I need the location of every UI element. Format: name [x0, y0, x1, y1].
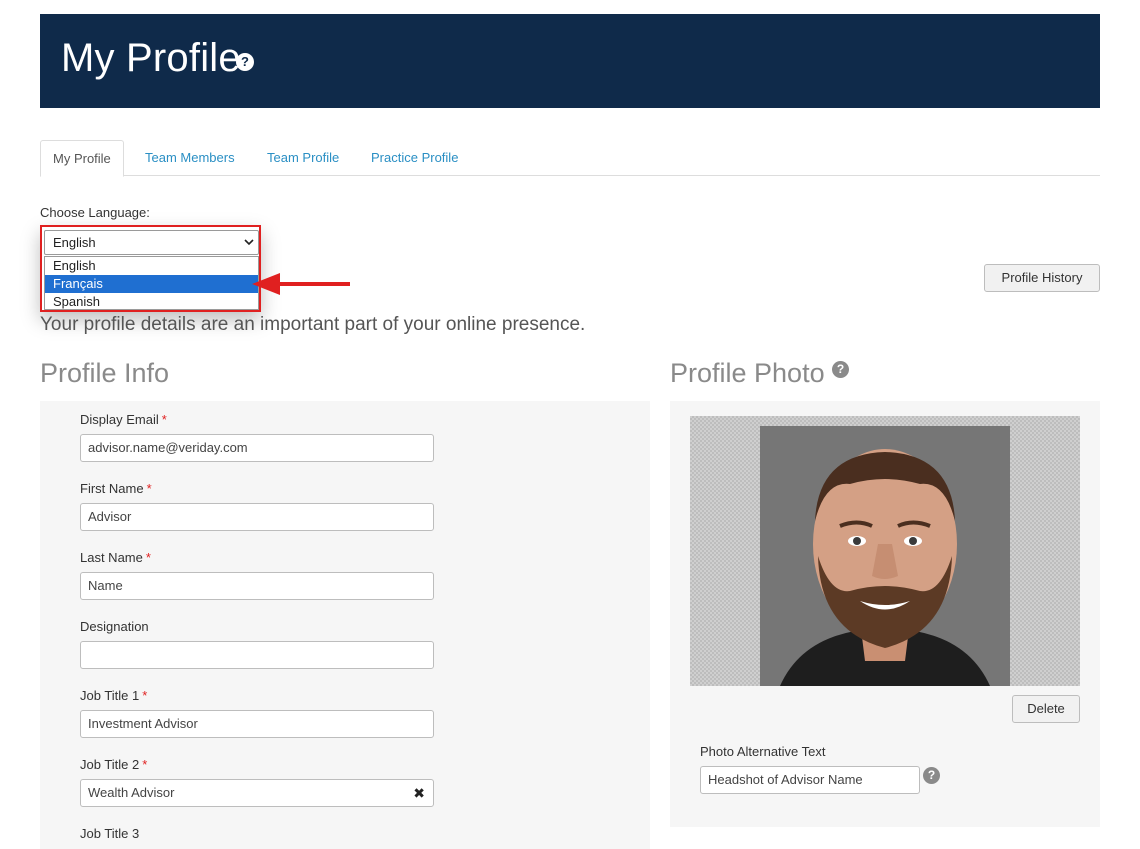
job-title-2-field[interactable]: Wealth Advisor ✖ — [80, 779, 434, 807]
language-option-spanish[interactable]: Spanish — [45, 293, 258, 311]
language-label: Choose Language: — [40, 205, 150, 220]
first-name-field[interactable]: Advisor — [80, 503, 434, 531]
profile-photo-heading: Profile Photo — [670, 358, 825, 388]
language-options-list: English Français Spanish — [44, 256, 259, 310]
profile-tabs: My Profile Team Members Team Profile Pra… — [40, 140, 1100, 177]
language-select[interactable]: English — [44, 230, 259, 255]
last-name-field[interactable]: Name — [80, 572, 434, 600]
profile-photo-image — [760, 426, 1010, 686]
page-title: My Profile — [61, 36, 241, 80]
profile-history-button[interactable]: Profile History — [984, 264, 1100, 292]
tab-team-profile[interactable]: Team Profile — [255, 140, 351, 176]
photo-preview-area — [690, 416, 1080, 686]
display-email-field[interactable]: advisor.name@veriday.com — [80, 434, 434, 462]
photo-alt-text-label: Photo Alternative Text — [700, 744, 826, 759]
language-highlight-box: English English Français Spanish — [40, 225, 261, 312]
language-option-francais[interactable]: Français — [45, 275, 258, 293]
delete-photo-button[interactable]: Delete — [1012, 695, 1080, 723]
language-option-english[interactable]: English — [45, 257, 258, 275]
job-title-3-label: Job Title 3 — [80, 826, 140, 841]
designation-label: Designation — [80, 619, 149, 634]
first-name-label: First Name * — [80, 481, 152, 496]
question-circle-icon[interactable]: ? — [923, 767, 940, 784]
job-title-2-label: Job Title 2 * — [80, 757, 148, 772]
language-selected-value: English — [53, 235, 96, 250]
photo-alt-text-field[interactable]: Headshot of Advisor Name — [700, 766, 920, 794]
question-circle-icon[interactable]: ? — [236, 53, 254, 71]
headshot-illustration — [760, 426, 1010, 686]
red-arrow-icon — [252, 273, 350, 295]
last-name-label: Last Name * — [80, 550, 151, 565]
display-email-label: Display Email * — [80, 412, 167, 427]
intro-text: Your profile details are an important pa… — [40, 314, 586, 335]
tab-practice-profile[interactable]: Practice Profile — [359, 140, 470, 176]
job-title-1-field[interactable]: Investment Advisor — [80, 710, 434, 738]
tab-my-profile[interactable]: My Profile — [40, 140, 124, 177]
profile-info-heading: Profile Info — [40, 358, 170, 388]
tab-team-members[interactable]: Team Members — [133, 140, 247, 176]
job-title-1-label: Job Title 1 * — [80, 688, 148, 703]
designation-field[interactable] — [80, 641, 434, 669]
question-circle-icon[interactable]: ? — [832, 361, 849, 378]
close-icon[interactable]: ✖ — [413, 780, 425, 806]
page-header: My Profile ? — [40, 14, 1100, 108]
